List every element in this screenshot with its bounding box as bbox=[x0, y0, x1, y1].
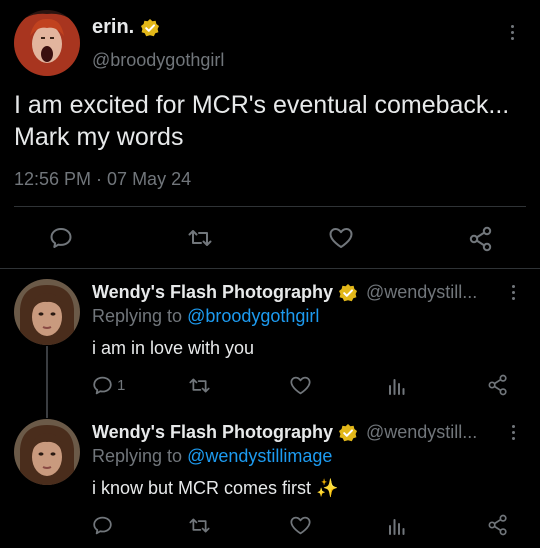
retweet-icon[interactable] bbox=[188, 375, 211, 396]
reply-icon[interactable] bbox=[92, 515, 113, 536]
reply-icon[interactable]: 1 bbox=[92, 375, 125, 396]
replying-to-line: Replying to @wendystillimage bbox=[92, 446, 332, 467]
share-icon[interactable] bbox=[487, 374, 509, 396]
reply-text: i know but MCR comes first ✨ bbox=[92, 478, 339, 498]
reply-count: 1 bbox=[117, 377, 126, 394]
divider bbox=[14, 206, 526, 207]
avatar-image bbox=[14, 10, 80, 76]
replying-to-prefix: Replying to bbox=[92, 446, 183, 466]
like-icon[interactable] bbox=[289, 375, 312, 396]
author-avatar[interactable] bbox=[14, 10, 80, 76]
reply-author-name[interactable]: Wendy's Flash Photography bbox=[92, 282, 333, 303]
verified-badge-icon bbox=[141, 18, 160, 36]
reply-action-bar bbox=[0, 514, 540, 542]
reply-icon[interactable] bbox=[49, 226, 73, 250]
reply-author-handle[interactable]: @wendystill... bbox=[366, 422, 477, 443]
tweet-text: I am excited for MCR's eventual comeback… bbox=[14, 91, 510, 151]
reply-text: i am in love with you bbox=[92, 338, 255, 358]
more-options-icon[interactable] bbox=[508, 25, 516, 40]
tweet-action-bar bbox=[0, 224, 540, 252]
reply-author-name[interactable]: Wendy's Flash Photography bbox=[92, 422, 333, 443]
author-name: erin. bbox=[92, 16, 135, 38]
share-icon[interactable] bbox=[468, 226, 494, 252]
reply-header: Wendy's Flash Photography @wendystill... bbox=[92, 422, 477, 443]
author-name-row[interactable]: erin. bbox=[92, 16, 160, 39]
views-icon[interactable] bbox=[388, 516, 406, 536]
like-icon[interactable] bbox=[328, 226, 354, 250]
divider bbox=[0, 268, 540, 269]
more-options-icon[interactable] bbox=[509, 285, 517, 300]
avatar-image bbox=[14, 279, 80, 345]
replying-to-line: Replying to @broodygothgirl bbox=[92, 306, 319, 327]
retweet-icon[interactable] bbox=[187, 226, 213, 250]
reply-avatar[interactable] bbox=[14, 279, 80, 345]
share-icon[interactable] bbox=[487, 514, 509, 536]
reply-avatar[interactable] bbox=[14, 419, 80, 485]
verified-badge-icon bbox=[338, 423, 357, 441]
reply-action-bar: 1 bbox=[0, 374, 540, 402]
replying-to-link[interactable]: @broodygothgirl bbox=[187, 306, 319, 326]
avatar-image bbox=[14, 419, 80, 485]
views-icon[interactable] bbox=[388, 376, 406, 396]
replying-to-prefix: Replying to bbox=[92, 306, 183, 326]
retweet-icon[interactable] bbox=[188, 515, 211, 536]
reply-author-handle[interactable]: @wendystill... bbox=[366, 282, 477, 303]
replying-to-link[interactable]: @wendystillimage bbox=[187, 446, 332, 466]
like-icon[interactable] bbox=[289, 515, 312, 536]
tweet-timestamp[interactable]: 12:56 PM · 07 May 24 bbox=[14, 169, 191, 190]
reply-header: Wendy's Flash Photography @wendystill... bbox=[92, 282, 477, 303]
author-handle[interactable]: @broodygothgirl bbox=[92, 50, 224, 71]
more-options-icon[interactable] bbox=[509, 425, 517, 440]
verified-badge-icon bbox=[338, 283, 357, 301]
